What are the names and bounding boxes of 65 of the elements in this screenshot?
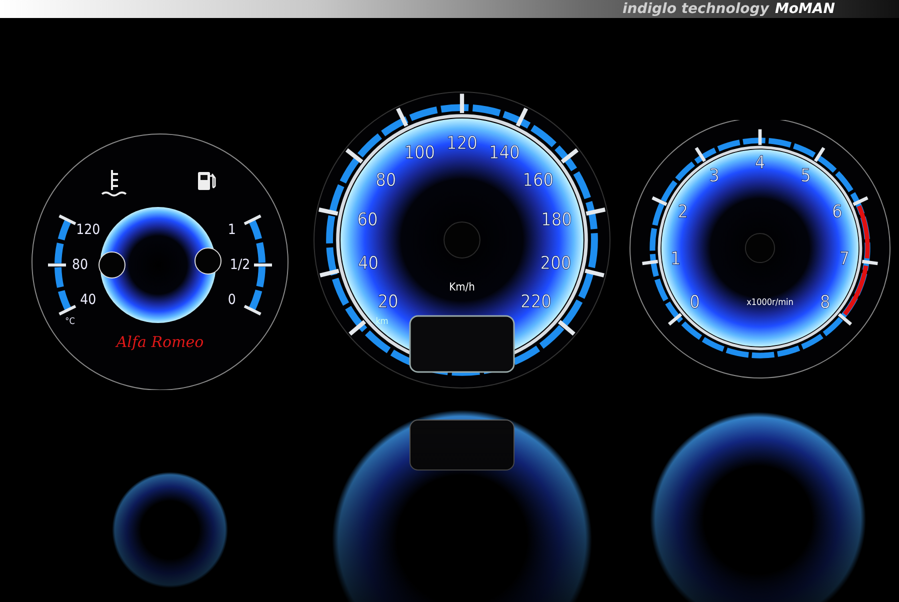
dial-number: 40 (358, 252, 379, 274)
dial-number: 3 (709, 166, 720, 187)
tick-mark (345, 148, 364, 164)
tick-mark (694, 146, 706, 162)
brand-logo: Alfa Romeo (116, 333, 204, 351)
rpm-unit: x1000r/min (746, 298, 794, 308)
banner-text: indiglo technology (622, 1, 769, 17)
fuel-pump-icon (198, 172, 216, 190)
temperature-unit: °C (65, 317, 75, 327)
tick-mark (838, 312, 852, 326)
dial-number: 140 (488, 142, 520, 164)
tick-mark (652, 196, 668, 206)
gauge-number: 40 (80, 292, 96, 308)
tick-mark (320, 268, 340, 278)
tick-mark (516, 108, 528, 127)
dial-number: 100 (404, 142, 436, 164)
dial-number: 60 (357, 209, 378, 230)
gauge-number: 0 (228, 292, 236, 308)
dial-number: 160 (522, 170, 554, 192)
tick-mark (460, 94, 464, 114)
tick-mark (244, 214, 262, 226)
dial-number: 80 (376, 170, 396, 192)
tick-mark (318, 208, 338, 216)
tick-mark (584, 268, 604, 278)
odometer-label: km (376, 317, 388, 327)
dial-number: 8 (820, 292, 830, 314)
needle-hole (98, 252, 126, 278)
tick-mark (58, 304, 76, 316)
dial-number: 5 (800, 166, 811, 187)
tick-mark (758, 129, 762, 145)
dial-number: 7 (839, 248, 850, 270)
needle-hole (194, 248, 222, 274)
dial-number: 4 (754, 152, 766, 174)
gauge-number: 80 (72, 257, 88, 273)
tick-mark (254, 264, 272, 266)
dial-number: 20 (378, 292, 398, 313)
needle-hub-hole (444, 222, 480, 258)
tick-mark (348, 320, 366, 336)
tick-mark (862, 260, 878, 266)
dial-number: 2 (678, 202, 688, 223)
tick-mark (48, 264, 66, 266)
dial-number: 120 (446, 132, 478, 154)
dial-number: 180 (541, 209, 572, 230)
dial-number: 0 (690, 292, 700, 314)
speed-unit: Km/h (449, 280, 475, 294)
tick-mark (558, 320, 576, 336)
tick-mark (244, 304, 262, 316)
coolant-temperature-icon (101, 169, 127, 196)
tick-mark (852, 196, 868, 206)
tick-mark (560, 148, 579, 164)
tick-mark (642, 260, 658, 266)
tick-mark (668, 312, 682, 326)
tick-mark (814, 146, 826, 162)
gauge-number: 1/2 (230, 257, 250, 273)
needle-hub-hole (744, 232, 776, 264)
dial-number: 200 (540, 252, 572, 274)
gauge-number: 120 (76, 222, 100, 238)
dial-number: 220 (520, 292, 552, 313)
tick-mark (586, 208, 606, 216)
tick-mark (58, 214, 76, 226)
tick-mark (396, 108, 408, 127)
brand-name: MoMAN (774, 1, 835, 17)
dial-number: 6 (832, 202, 842, 223)
dial-number: 1 (670, 248, 681, 270)
gauge-number: 1 (228, 222, 236, 238)
